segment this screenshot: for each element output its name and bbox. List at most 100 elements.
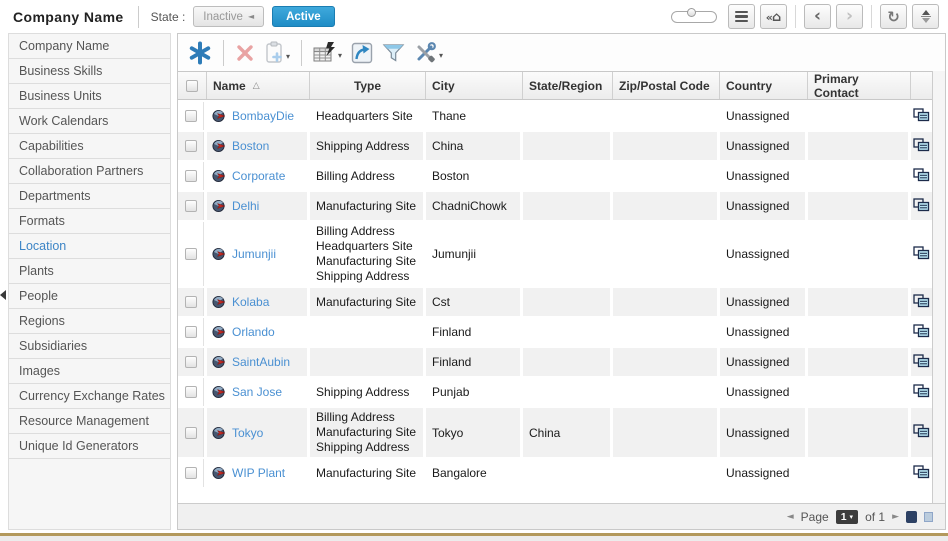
sidebar-item-people[interactable]: People [9, 284, 170, 309]
filter-button[interactable] [382, 42, 405, 63]
row-checkbox[interactable] [185, 427, 197, 439]
row-checkbox[interactable] [185, 200, 197, 212]
type-line: Headquarters Site [316, 239, 413, 254]
location-link[interactable]: Delhi [232, 199, 259, 213]
location-link[interactable]: WIP Plant [232, 466, 285, 480]
sidebar-item-plants[interactable]: Plants [9, 259, 170, 284]
open-detail-button[interactable] [913, 168, 930, 185]
open-detail-button[interactable] [913, 424, 930, 441]
previous-page-button[interactable]: ◄ [787, 512, 794, 522]
sidebar-item-formats[interactable]: Formats [9, 209, 170, 234]
location-globe-icon [212, 426, 226, 440]
vertical-scrollbar[interactable] [932, 71, 945, 503]
next-page-button[interactable]: ► [892, 512, 899, 522]
sidebar-item-business-skills[interactable]: Business Skills [9, 59, 170, 84]
new-button[interactable] [188, 41, 212, 65]
open-detail-button[interactable] [913, 294, 930, 311]
column-header-label: Zip/Postal Code [619, 79, 710, 93]
select-all-checkbox[interactable] [186, 80, 198, 92]
sidebar-item-work-calendars[interactable]: Work Calendars [9, 109, 170, 134]
sidebar-item-business-units[interactable]: Business Units [9, 84, 170, 109]
open-detail-button[interactable] [913, 198, 930, 215]
row-checkbox[interactable] [185, 356, 197, 368]
open-detail-button[interactable] [913, 384, 930, 401]
row-checkbox[interactable] [185, 467, 197, 479]
view-toggle[interactable] [671, 11, 717, 23]
open-detail-button[interactable] [913, 354, 930, 371]
column-header-name[interactable]: Name△ [207, 72, 310, 99]
select-cell [178, 102, 204, 130]
collapse-panel-button[interactable] [912, 4, 939, 29]
type-cell [310, 348, 423, 376]
row-checkbox[interactable] [185, 110, 197, 122]
inactive-state-button[interactable]: Inactive ◄ [193, 6, 264, 27]
column-header-city[interactable]: City [426, 72, 523, 99]
toolbar-separator [795, 5, 796, 28]
sidebar-item-capabilities[interactable]: Capabilities [9, 134, 170, 159]
column-header-type[interactable]: Type [310, 72, 426, 99]
open-detail-button[interactable] [913, 108, 930, 125]
table-actions-button[interactable]: ▾ [313, 42, 342, 63]
sidebar-collapse-handle[interactable] [0, 290, 6, 300]
sidebar-item-departments[interactable]: Departments [9, 184, 170, 209]
location-link[interactable]: Kolaba [232, 295, 269, 309]
back-button[interactable]: ‹ [804, 4, 831, 29]
location-link[interactable]: BombayDie [232, 109, 294, 123]
actions-cell [911, 348, 932, 376]
row-checkbox[interactable] [185, 140, 197, 152]
sidebar-item-currency-exchange-rates[interactable]: Currency Exchange Rates [9, 384, 170, 409]
refresh-button[interactable]: ↻ [880, 4, 907, 29]
open-detail-button[interactable] [913, 138, 930, 155]
row-checkbox[interactable] [185, 386, 197, 398]
table-row: SaintAubinFinlandUnassigned [178, 348, 932, 376]
share-button[interactable] [351, 42, 373, 64]
location-link[interactable]: Boston [232, 139, 269, 153]
column-header-country[interactable]: Country [720, 72, 808, 99]
open-detail-button[interactable] [913, 246, 930, 263]
menu-button[interactable] [728, 4, 755, 29]
single-page-view-icon[interactable] [906, 511, 917, 523]
primary-contact-cell [808, 288, 908, 316]
sidebar-item-resource-management[interactable]: Resource Management [9, 409, 170, 434]
location-link[interactable]: Jumunjii [232, 247, 276, 261]
sidebar-item-images[interactable]: Images [9, 359, 170, 384]
delete-button[interactable] [235, 43, 255, 63]
sidebar-item-unique-id-generators[interactable]: Unique Id Generators [9, 434, 170, 459]
table-row: OrlandoFinlandUnassigned [178, 318, 932, 346]
actions-cell [911, 459, 932, 487]
tools-button[interactable]: ▾ [414, 42, 443, 63]
column-header-actions[interactable] [911, 72, 932, 99]
home-button[interactable]: «⌂ [760, 4, 787, 29]
row-checkbox[interactable] [185, 326, 197, 338]
name-cell: Jumunjii [207, 222, 307, 286]
column-header-state-region[interactable]: State/Region [523, 72, 613, 99]
sidebar-item-company-name[interactable]: Company Name [9, 34, 170, 59]
active-state-button[interactable]: Active [272, 6, 335, 27]
grid-view-icon[interactable] [924, 512, 933, 522]
location-link[interactable]: Tokyo [232, 426, 263, 440]
location-link[interactable]: San Jose [232, 385, 282, 399]
open-detail-button[interactable] [913, 465, 930, 482]
open-detail-button[interactable] [913, 324, 930, 341]
paste-add-button[interactable]: ▾ [264, 41, 290, 64]
forward-button[interactable]: › [836, 4, 863, 29]
row-checkbox[interactable] [185, 170, 197, 182]
state-label: State : [151, 10, 186, 24]
sidebar-item-subsidiaries[interactable]: Subsidiaries [9, 334, 170, 359]
column-header-primary-contact[interactable]: Primary Contact [808, 72, 911, 99]
column-header-select[interactable] [178, 72, 207, 99]
row-checkbox[interactable] [185, 248, 197, 260]
column-header-zip-postal-code[interactable]: Zip/Postal Code [613, 72, 720, 99]
sidebar-item-collaboration-partners[interactable]: Collaboration Partners [9, 159, 170, 184]
type-line: Manufacturing Site [316, 295, 416, 310]
page-number-dropdown[interactable]: 1 ▾ [836, 510, 858, 524]
sidebar-item-regions[interactable]: Regions [9, 309, 170, 334]
country-cell: Unassigned [720, 459, 805, 487]
sidebar-item-location[interactable]: Location [9, 234, 170, 259]
row-checkbox[interactable] [185, 296, 197, 308]
location-link[interactable]: Corporate [232, 169, 285, 183]
location-link[interactable]: Orlando [232, 325, 275, 339]
location-link[interactable]: SaintAubin [232, 355, 290, 369]
table-bolt-icon [313, 42, 336, 63]
menu-hamburger-icon [735, 11, 748, 23]
